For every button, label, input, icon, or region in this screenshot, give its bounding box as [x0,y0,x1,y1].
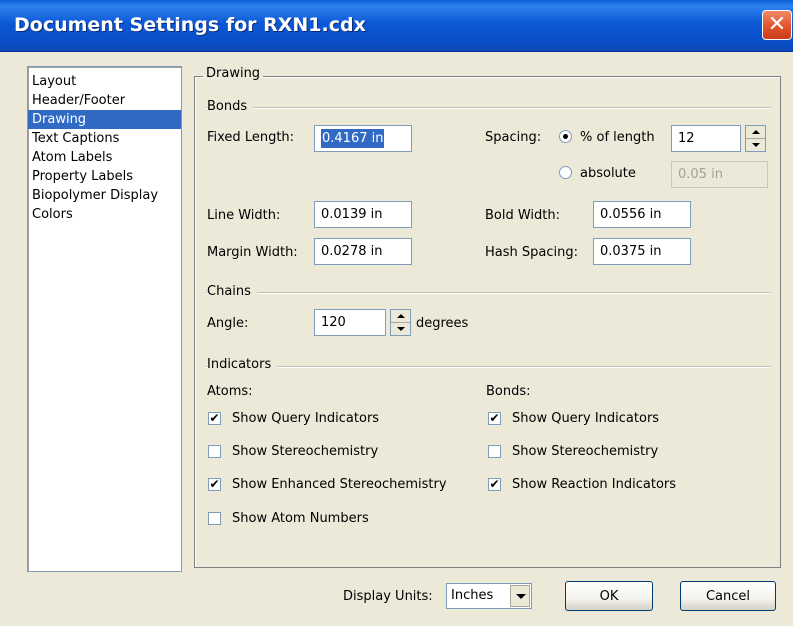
arrow-up-icon [752,130,760,134]
indicators-section-label: Indicators [207,357,278,372]
atoms-show-atom-numbers-checkbox[interactable] [208,512,221,525]
bonds-show-reaction-checkbox[interactable]: ✔ [488,478,501,491]
spin-down-button[interactable] [746,139,765,152]
check-mark-icon: ✔ [489,477,500,491]
sidebar-item-layout[interactable]: Layout [28,72,181,91]
display-units-select[interactable]: Inches [446,583,532,609]
bonds-show-reaction-label[interactable]: Show Reaction Indicators [512,477,676,492]
angle-label: Angle: [207,316,249,331]
arrow-down-icon [752,143,760,147]
cancel-button-label: Cancel [705,588,751,604]
display-units-value: Inches [451,588,494,603]
bonds-show-stereo-label[interactable]: Show Stereochemistry [512,444,658,459]
atoms-label: Atoms: [207,384,253,399]
atoms-show-stereo-checkbox[interactable] [208,445,221,458]
bold-width-field[interactable]: 0.0556 in [593,201,691,228]
ok-button[interactable]: OK [565,581,653,611]
chains-separator [205,292,771,294]
sidebar-item-text-captions[interactable]: Text Captions [28,129,181,148]
spin-down-button[interactable] [391,323,410,336]
line-width-field[interactable]: 0.0139 in [314,201,412,228]
arrow-down-icon [397,327,405,331]
bold-width-label: Bold Width: [485,208,561,223]
radio-selected-dot [563,134,568,139]
atoms-show-stereo-label[interactable]: Show Stereochemistry [232,444,378,459]
spacing-percent-label: % of length [580,130,655,145]
check-mark-icon: ✔ [209,477,220,491]
bonds-show-query-checkbox[interactable]: ✔ [488,412,501,425]
atoms-show-query-label[interactable]: Show Query Indicators [232,411,379,426]
check-mark-icon: ✔ [209,411,220,425]
category-list[interactable]: Layout Header/Footer Drawing Text Captio… [27,66,182,572]
margin-width-label: Margin Width: [207,245,298,260]
bonds-section-label: Bonds [207,99,254,114]
hash-spacing-label: Hash Spacing: [485,245,578,260]
window-title: Document Settings for RXN1.cdx [14,14,366,36]
close-button[interactable]: ✕ [762,10,792,40]
indicators-separator [205,366,771,368]
bonds-separator [205,107,771,109]
cancel-button[interactable]: Cancel [680,581,776,611]
angle-unit-label: degrees [416,316,469,331]
spacing-percent-radio[interactable] [559,130,572,143]
spin-up-button[interactable] [746,126,765,139]
chevron-down-icon[interactable] [510,585,530,607]
spacing-spinner[interactable] [745,125,766,152]
spacing-absolute-field[interactable]: 0.05 in [671,161,768,188]
margin-width-field[interactable]: 0.0278 in [314,238,412,265]
sidebar-item-biopolymer-display[interactable]: Biopolymer Display [28,186,181,205]
sidebar-item-atom-labels[interactable]: Atom Labels [28,148,181,167]
bonds-indicators-label: Bonds: [486,384,531,399]
display-units-label: Display Units: [343,589,433,604]
arrow-up-icon [397,314,405,318]
ok-button-label: OK [599,588,619,604]
chains-section-label: Chains [207,284,257,299]
drawing-group-title: Drawing [203,66,264,81]
title-bar: Document Settings for RXN1.cdx ✕ [0,0,793,52]
spacing-label: Spacing: [485,130,542,145]
hash-spacing-field[interactable]: 0.0375 in [593,238,691,265]
atoms-show-enhanced-stereo-checkbox[interactable]: ✔ [208,478,221,491]
check-mark-icon: ✔ [489,411,500,425]
angle-field[interactable]: 120 [314,309,386,336]
spacing-absolute-label: absolute [580,166,636,181]
atoms-show-atom-numbers-label[interactable]: Show Atom Numbers [232,511,369,526]
atoms-show-query-checkbox[interactable]: ✔ [208,412,221,425]
sidebar-item-drawing[interactable]: Drawing [28,110,181,129]
fixed-length-value: 0.4167 in [321,129,385,148]
sidebar-item-property-labels[interactable]: Property Labels [28,167,181,186]
close-icon: ✕ [767,12,787,37]
atoms-show-enhanced-stereo-label[interactable]: Show Enhanced Stereochemistry [232,477,447,492]
line-width-label: Line Width: [207,208,281,223]
spacing-percent-field[interactable]: 12 [671,125,741,152]
fixed-length-label: Fixed Length: [207,130,295,145]
spacing-absolute-radio[interactable] [559,166,572,179]
sidebar-item-colors[interactable]: Colors [28,205,181,224]
angle-spinner[interactable] [390,309,411,336]
sidebar-item-header-footer[interactable]: Header/Footer [28,91,181,110]
fixed-length-field[interactable]: 0.4167 in [314,125,412,152]
spin-up-button[interactable] [391,310,410,323]
bonds-show-stereo-checkbox[interactable] [488,445,501,458]
bonds-show-query-label[interactable]: Show Query Indicators [512,411,659,426]
